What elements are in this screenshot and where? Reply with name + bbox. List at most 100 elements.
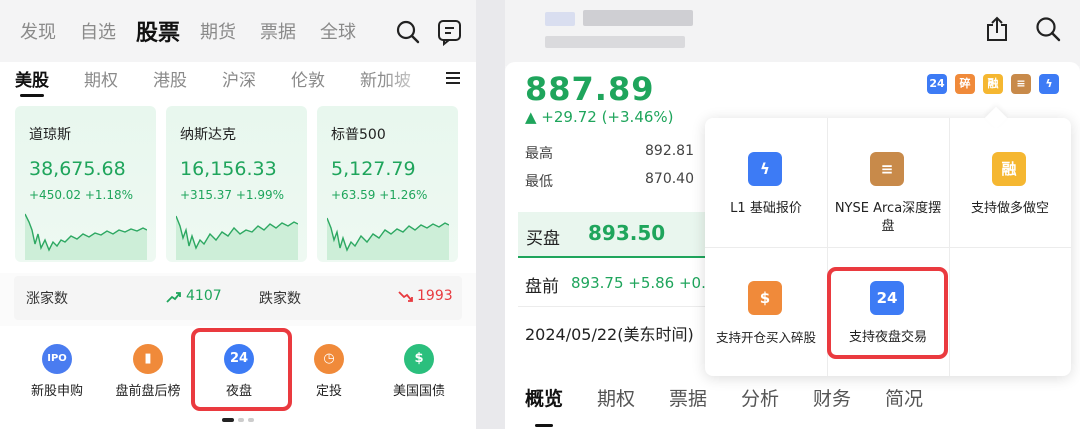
- index-name: 标普500: [331, 127, 386, 143]
- feature-long-short[interactable]: 融 支持做多做空: [949, 118, 1071, 247]
- tab-analysis[interactable]: 分析: [741, 384, 779, 411]
- advancers-label: 涨家数: [26, 291, 68, 307]
- quote-timestamp: 2024/05/22(美东时间): [525, 325, 694, 344]
- index-card-nasdaq[interactable]: 纳斯达克 16,156.33 +315.37 +1.99%: [166, 106, 307, 262]
- tab-a-shares[interactable]: 沪深: [222, 66, 256, 91]
- index-cards: 道琼斯 38,675.68 +450.02 +1.18% 纳斯达克 16,156…: [0, 98, 476, 273]
- sparkline: [327, 217, 449, 260]
- bond-icon: $: [404, 344, 434, 374]
- index-card-sp500[interactable]: 标普500 5,127.79 +63.59 +1.26%: [317, 106, 458, 262]
- night-trading-badge[interactable]: 24: [927, 74, 947, 94]
- blurred-ticker: [545, 12, 575, 26]
- market-panel: 发现 自选 股票 期货 票据 全球 美股 期权 港股 沪深 伦敦 新加坡: [0, 0, 476, 429]
- blurred-name: [583, 10, 693, 26]
- tab-financials[interactable]: 财务: [813, 384, 851, 411]
- quick-treasury[interactable]: $ 美国国债: [374, 344, 464, 399]
- market-tabs: 美股 期权 港股 沪深 伦敦 新加坡: [0, 62, 476, 98]
- active-tab-indicator: [535, 424, 553, 427]
- sparkline: [176, 215, 298, 260]
- stock-detail-panel: 887.89 ▲ +29.72 (+3.46%) 最高 892.81 最低 87…: [505, 0, 1080, 429]
- index-card-dow[interactable]: 道琼斯 38,675.68 +450.02 +1.18%: [15, 106, 156, 262]
- bid-value: 893.50: [588, 221, 666, 245]
- sparkline: [25, 213, 147, 260]
- premarket-label: 盘前: [525, 277, 559, 297]
- top-nav-global[interactable]: 全球: [320, 18, 356, 44]
- quick-label: 盘前盘后榜: [115, 384, 181, 399]
- lightning-l1-icon: ϟ: [748, 152, 782, 186]
- bid-bar: [518, 256, 718, 258]
- tab-london[interactable]: 伦敦: [291, 66, 325, 91]
- fractional-shares-icon: $: [748, 281, 782, 315]
- search-icon[interactable]: [394, 18, 422, 46]
- market-breadth[interactable]: 涨家数 4107 跌家数 1993: [14, 276, 462, 320]
- trend-down-icon: [398, 291, 413, 302]
- feature-label: 支持开仓买入碎股: [715, 330, 816, 345]
- advancers-count: 4107: [186, 288, 222, 304]
- highlight-night-trading: [827, 267, 948, 359]
- bid-row: 买盘 893.50: [518, 212, 718, 256]
- last-price: 887.89: [525, 70, 655, 108]
- feature-fractional[interactable]: $ 支持开仓买入碎股: [705, 247, 827, 376]
- timer-icon: ◷: [314, 344, 344, 374]
- tab-overview[interactable]: 概览: [525, 384, 563, 411]
- price-change: ▲ +29.72 (+3.46%): [525, 108, 674, 126]
- quick-label: 新股申购: [30, 384, 83, 399]
- quick-auto-invest[interactable]: ◷ 定投: [284, 344, 374, 399]
- index-price: 38,675.68: [29, 158, 126, 180]
- tab-options[interactable]: 期权: [84, 66, 118, 91]
- tab-notes[interactable]: 票据: [669, 384, 707, 411]
- top-nav: 发现 自选 股票 期货 票据 全球: [0, 0, 476, 62]
- page-indicator: [222, 418, 254, 422]
- quick-ipo[interactable]: IPO 新股申购: [12, 344, 102, 399]
- top-nav-watchlist[interactable]: 自选: [80, 18, 116, 44]
- index-change: +450.02 +1.18%: [29, 188, 134, 202]
- feature-l1-quote[interactable]: ϟ L1 基础报价: [705, 118, 827, 247]
- feature-label: NYSE Arca深度摆盘: [834, 201, 942, 234]
- l1-badge[interactable]: ϟ: [1039, 74, 1059, 94]
- tab-options[interactable]: 期权: [597, 384, 635, 411]
- tab-hk[interactable]: 港股: [153, 66, 187, 91]
- high-label: 最高: [525, 146, 553, 162]
- arca-depth-icon: ≡: [870, 152, 904, 186]
- low-label: 最低: [525, 174, 553, 190]
- tab-profile[interactable]: 简况: [885, 384, 923, 411]
- index-change: +63.59 +1.26%: [331, 188, 428, 202]
- quick-label: 定投: [315, 384, 342, 399]
- highlight-night-trading: [191, 328, 292, 411]
- margin-long-short-icon: 融: [992, 152, 1026, 186]
- stock-header: [505, 0, 1080, 66]
- index-name: 纳斯达克: [180, 127, 236, 143]
- trend-up-icon: [166, 292, 181, 303]
- message-icon[interactable]: [436, 18, 464, 46]
- index-price: 5,127.79: [331, 158, 416, 180]
- menu-icon[interactable]: [444, 70, 462, 86]
- share-icon[interactable]: [985, 16, 1009, 42]
- quick-label: 美国国债: [392, 384, 445, 399]
- feature-label: L1 基础报价: [730, 201, 802, 216]
- decliners-count: 1993: [417, 288, 453, 304]
- ipo-icon: IPO: [42, 344, 72, 374]
- ranking-icon: ▮: [133, 344, 163, 374]
- index-change: +315.37 +1.99%: [180, 188, 285, 202]
- top-nav-stocks[interactable]: 股票: [136, 15, 180, 47]
- feature-label: 支持做多做空: [970, 201, 1049, 216]
- arca-badge[interactable]: ≡: [1011, 74, 1031, 94]
- divider: [518, 306, 718, 307]
- bid-label: 买盘: [526, 229, 560, 249]
- premarket-value: 893.75 +5.86 +0.6: [571, 274, 716, 292]
- fractional-badge[interactable]: 碎: [955, 74, 975, 94]
- index-price: 16,156.33: [180, 158, 277, 180]
- tab-us[interactable]: 美股: [15, 66, 49, 91]
- search-icon[interactable]: [1035, 16, 1061, 42]
- margin-badge[interactable]: 融: [983, 74, 1003, 94]
- active-tab-indicator: [20, 94, 44, 97]
- index-name: 道琼斯: [29, 127, 71, 143]
- tab-fade: [380, 62, 440, 98]
- blurred-subtitle: [545, 36, 685, 48]
- quick-extended-hours[interactable]: ▮ 盘前盘后榜: [103, 344, 193, 399]
- feature-arca-depth[interactable]: ≡ NYSE Arca深度摆盘: [827, 118, 949, 247]
- top-nav-discover[interactable]: 发现: [20, 18, 56, 44]
- top-nav-futures[interactable]: 期货: [200, 18, 236, 44]
- top-nav-notes[interactable]: 票据: [260, 18, 296, 44]
- high-value: 892.81: [645, 143, 694, 159]
